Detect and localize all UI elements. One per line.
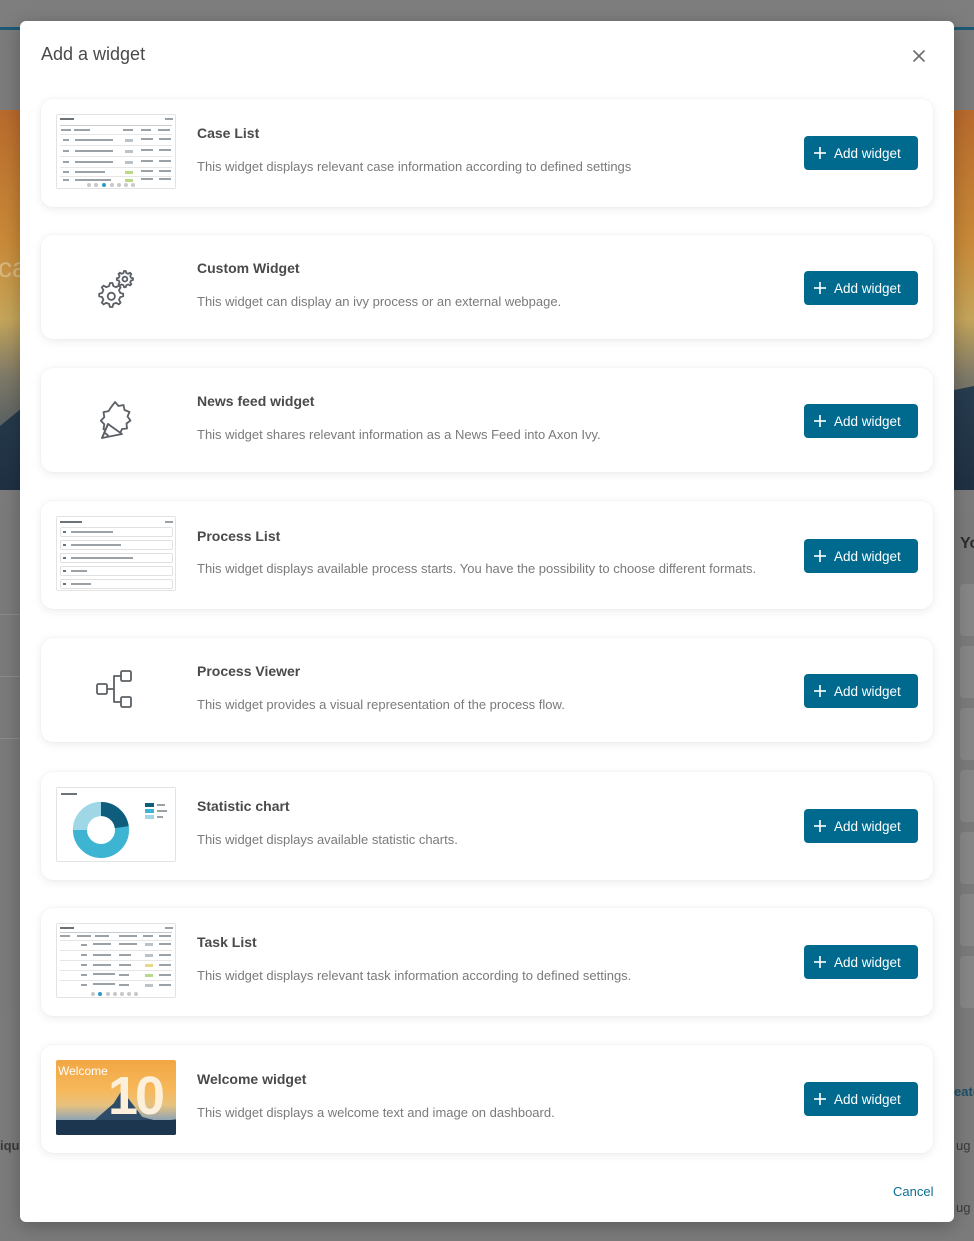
plus-icon: [813, 414, 827, 428]
widget-title: Process List: [197, 528, 281, 544]
widget-title: Statistic chart: [197, 798, 290, 814]
add-widget-label: Add widget: [834, 1091, 901, 1107]
widget-description: This widget displays relevant case infor…: [197, 159, 632, 174]
add-widget-button-statistic-chart[interactable]: Add widget: [804, 809, 918, 843]
add-widget-button-welcome-widget[interactable]: Add widget: [804, 1082, 918, 1116]
add-widget-label: Add widget: [834, 818, 901, 834]
add-widget-dialog: Add a widget Case List This widget displ…: [20, 21, 954, 1222]
widget-description: This widget displays available statistic…: [197, 832, 458, 847]
add-widget-label: Add widget: [834, 280, 901, 296]
widget-description: This widget can display an ivy process o…: [197, 294, 562, 309]
megaphone-icon: [93, 398, 137, 442]
plus-icon: [813, 955, 827, 969]
welcome-widget-preview: 10 Welcome: [56, 1060, 176, 1135]
dialog-title: Add a widget: [41, 44, 146, 64]
add-widget-label: Add widget: [834, 145, 901, 161]
close-icon: [913, 50, 925, 62]
background-divider: [0, 738, 20, 739]
add-widget-label: Add widget: [834, 683, 901, 699]
background-side-heading: Yo: [960, 535, 974, 552]
background-card: [960, 832, 974, 884]
plus-icon: [813, 684, 827, 698]
welcome-preview-text: Welcome: [58, 1064, 108, 1078]
process-list-preview: [56, 516, 176, 591]
background-card: [960, 894, 974, 946]
background-card: [960, 770, 974, 822]
plus-icon: [813, 549, 827, 563]
widget-title: Welcome widget: [197, 1071, 307, 1087]
widget-description: This widget displays a welcome text and …: [197, 1105, 555, 1120]
add-widget-button-news-feed[interactable]: Add widget: [804, 404, 918, 438]
dialog-header: Add a widget: [20, 21, 954, 89]
add-widget-button-process-list[interactable]: Add widget: [804, 539, 918, 573]
add-widget-button-task-list[interactable]: Add widget: [804, 945, 918, 979]
background-right-fragment: eate: [954, 1084, 974, 1099]
add-widget-button-case-list[interactable]: Add widget: [804, 136, 918, 170]
widget-description: This widget displays relevant task infor…: [197, 968, 632, 983]
widget-card-case-list: Case List This widget displays relevant …: [41, 99, 933, 207]
widget-title: Process Viewer: [197, 663, 301, 679]
widget-card-statistic-chart: Statistic chart This widget displays ava…: [41, 772, 933, 880]
background-card: [960, 646, 974, 698]
background-right-fragment: ug: [956, 1138, 971, 1153]
add-widget-button-process-viewer[interactable]: Add widget: [804, 674, 918, 708]
statistic-chart-preview: [56, 787, 176, 862]
close-button[interactable]: [910, 47, 928, 65]
background-divider: [0, 614, 20, 615]
add-widget-label: Add widget: [834, 954, 901, 970]
add-widget-label: Add widget: [834, 548, 901, 564]
widget-description: This widget provides a visual representa…: [197, 697, 565, 712]
plus-icon: [813, 281, 827, 295]
background-card: [960, 708, 974, 760]
widget-title: News feed widget: [197, 393, 315, 409]
widget-card-custom-widget: Custom Widget This widget can display an…: [41, 235, 933, 339]
widget-title: Task List: [197, 934, 257, 950]
widget-title: Case List: [197, 125, 260, 141]
background-right-fragment: ug: [956, 1200, 971, 1215]
process-flow-icon: [93, 668, 137, 712]
plus-icon: [813, 1092, 827, 1106]
widget-card-welcome-widget: 10 Welcome Welcome widget This widget di…: [41, 1045, 933, 1153]
plus-icon: [813, 819, 827, 833]
add-widget-label: Add widget: [834, 413, 901, 429]
background-card: [960, 584, 974, 636]
widget-description: This widget shares relevant information …: [197, 427, 601, 442]
widget-card-task-list: Task List This widget displays relevant …: [41, 908, 933, 1016]
task-list-preview: [56, 923, 176, 998]
widget-description: This widget displays available process s…: [197, 561, 757, 576]
welcome-preview-number: 10: [108, 1066, 165, 1126]
widget-card-process-list: Process List This widget displays availa…: [41, 501, 933, 609]
widget-card-process-viewer: Process Viewer This widget provides a vi…: [41, 638, 933, 742]
case-list-preview: [56, 114, 176, 189]
background-card: [960, 956, 974, 1008]
gears-icon: [93, 265, 137, 309]
background-divider: [0, 676, 20, 677]
cancel-link[interactable]: Cancel: [893, 1184, 933, 1199]
add-widget-button-custom-widget[interactable]: Add widget: [804, 271, 918, 305]
widget-title: Custom Widget: [197, 260, 300, 276]
widget-card-news-feed: News feed widget This widget shares rele…: [41, 368, 933, 472]
plus-icon: [813, 146, 827, 160]
